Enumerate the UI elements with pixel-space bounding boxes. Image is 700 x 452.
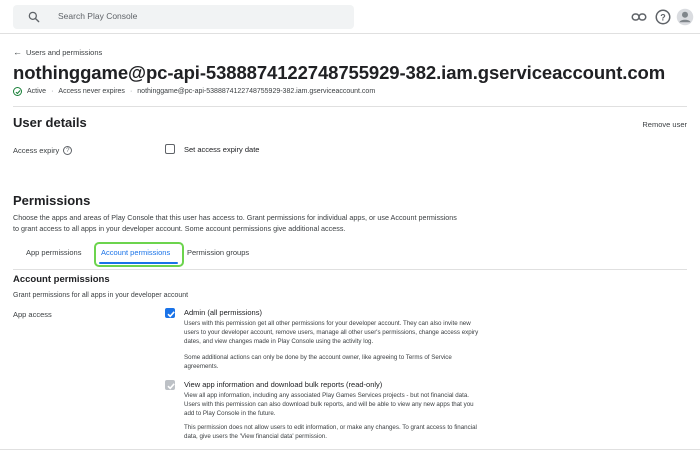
divider [13,106,687,107]
remove-user-button[interactable]: Remove user [642,120,687,129]
search-bar[interactable]: Search Play Console [13,5,354,29]
set-expiry-checkbox[interactable] [165,144,175,154]
link-icon[interactable] [630,8,648,26]
tab-account-permissions[interactable]: Account permissions [101,248,170,257]
tab-permission-groups[interactable]: Permission groups [187,248,249,257]
account-avatar-icon[interactable] [676,8,694,26]
account-permissions-subtext: Grant permissions for all apps in your d… [13,292,189,299]
admin-note: Some additional actions can only be done… [184,354,452,370]
search-input[interactable]: Search Play Console [58,11,137,21]
view-app-info-checkbox[interactable] [165,380,175,390]
email-text: nothinggame@pc-api-5388874122748755929-3… [137,88,376,95]
bottom-edge [0,449,700,450]
svg-text:?: ? [660,12,666,22]
permission-tabs: App permissions Account permissions Perm… [13,242,687,270]
user-details-heading: User details [13,115,87,130]
view-app-info-note: This permission does not allow users to … [184,424,477,440]
page-title: nothinggame@pc-api-5388874122748755929-3… [13,62,666,83]
back-link[interactable]: ← Users and permissions [13,47,102,57]
help-circle-icon[interactable]: ? [63,146,73,155]
view-app-info-title: View app information and download bulk r… [184,380,383,389]
back-link-label: Users and permissions [26,47,103,57]
account-permissions-heading: Account permissions [13,274,110,285]
access-expiry-text: Access expiry [13,146,60,155]
back-arrow-icon: ← [13,47,22,57]
check-circle-icon [13,87,22,96]
permissions-description-line1: Choose the apps and areas of Play Consol… [13,213,457,222]
status-text: Active [27,88,47,95]
admin-title: Admin (all permissions) [184,308,262,317]
search-icon [28,11,40,23]
top-bar: Search Play Console ? [0,0,700,34]
admin-description: Users with this permission get all other… [184,320,479,345]
expiry-text: Access never expires [58,88,125,95]
permissions-heading: Permissions [13,193,91,208]
check-icon [167,311,175,318]
active-tab-indicator [99,262,178,264]
help-icon[interactable]: ? [654,8,672,26]
admin-checkbox[interactable] [165,308,175,318]
status-row: Active · Access never expires · nothingg… [13,87,375,96]
check-icon [167,383,175,390]
view-app-info-description: View all app information, including any … [184,392,474,417]
access-expiry-label: Access expiry ? [13,146,73,155]
tab-app-permissions[interactable]: App permissions [26,248,81,257]
set-expiry-label: Set access expiry date [184,145,260,154]
app-access-label: App access [13,310,52,319]
permissions-description-line2: to grant access to all apps in your deve… [13,224,346,233]
